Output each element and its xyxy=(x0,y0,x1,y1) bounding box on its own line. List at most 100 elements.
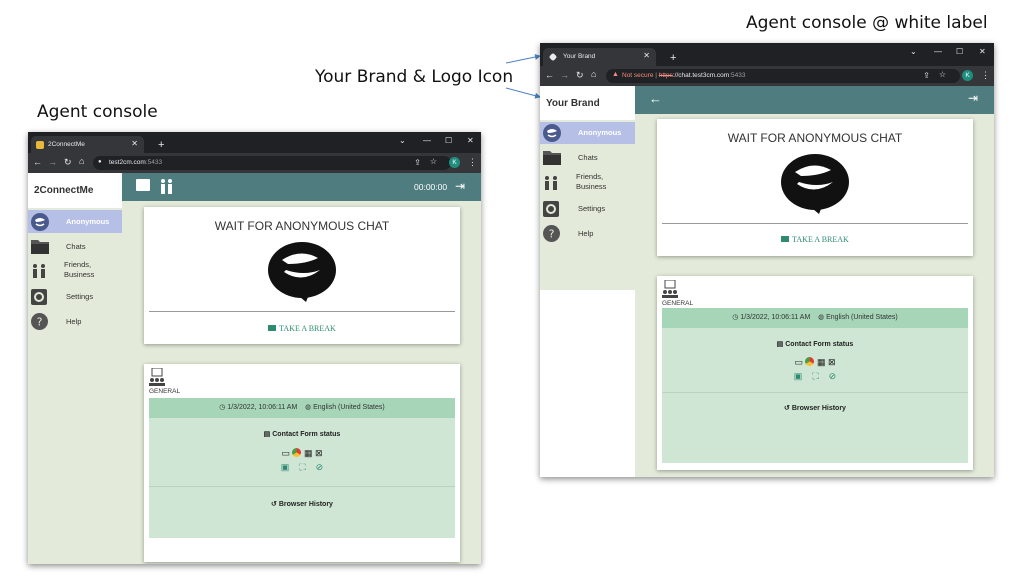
people-icon[interactable] xyxy=(160,179,173,194)
browser-toolbar: ← → ↻ ⌂ ▲ Not secure | https://chat.test… xyxy=(540,66,994,86)
video-off-icon[interactable]: ⊘ xyxy=(829,371,837,381)
anonymous-icon xyxy=(543,124,561,142)
address-bar[interactable]: ● test2cm.com:5433 ⇪ ☆ xyxy=(93,156,451,170)
browser-history[interactable]: ↺ Browser History xyxy=(662,404,968,412)
brand-logo-icon xyxy=(781,154,849,214)
general-label: GENERAL xyxy=(662,300,694,307)
sidebar-item-chats[interactable]: Chats xyxy=(28,235,122,257)
back-icon[interactable]: ← xyxy=(545,70,554,80)
reload-icon[interactable]: ↻ xyxy=(576,70,584,81)
forward-icon[interactable]: → xyxy=(560,70,569,80)
divider xyxy=(662,392,968,393)
browser-history[interactable]: ↺ Browser History xyxy=(149,500,455,508)
browser-tab[interactable]: 2ConnectMe ✕ xyxy=(31,136,144,153)
tab-strip: Your Brand ✕ + ⌄ — ☐ ✕ xyxy=(540,43,994,66)
wait-card: WAIT FOR ANONYMOUS CHAT TAKE A BREAK xyxy=(657,119,973,256)
warning-icon: ▲ xyxy=(612,71,619,78)
more-menu-icon[interactable]: ⋮ xyxy=(981,70,990,81)
sidebar-item-label: Friends, Business xyxy=(576,172,607,191)
desktop-icon: ▭ xyxy=(794,357,803,367)
video-off-icon[interactable]: ⊘ xyxy=(316,462,324,472)
app-top-bar: ← ⇥ xyxy=(635,86,994,114)
address-bar[interactable]: ▲ Not secure | https://chat.test3cm.com:… xyxy=(606,69,960,83)
general-icon xyxy=(662,280,678,298)
screen-size-icon: ⊠ xyxy=(315,448,323,458)
device-icons-row: ▭ ▦ ⊠ xyxy=(662,357,968,368)
new-tab-button[interactable]: + xyxy=(158,139,164,151)
history-icon: ↺ xyxy=(271,501,277,508)
share-icon[interactable]: ⇪ xyxy=(414,158,421,167)
right-browser-window: Your Brand ✕ + ⌄ — ☐ ✕ ← → ↻ ⌂ ▲ Not sec… xyxy=(540,43,994,477)
fullscreen-icon[interactable]: ⛶ xyxy=(812,371,818,381)
coffee-icon xyxy=(268,325,277,331)
sidebar-item-settings[interactable]: Settings xyxy=(28,286,122,310)
star-icon[interactable]: ☆ xyxy=(430,157,437,166)
keyboard-icon: ▦ xyxy=(303,448,313,458)
back-icon[interactable]: ← xyxy=(33,157,42,167)
keyboard-icon: ▦ xyxy=(816,357,826,367)
sidebar-item-label: Anonymous xyxy=(578,128,622,137)
message-icon[interactable]: ▣ xyxy=(794,371,803,381)
document-icon: ▤ xyxy=(776,341,784,348)
new-tab-button[interactable]: + xyxy=(670,52,676,64)
close-window-button[interactable]: ✕ xyxy=(979,47,986,56)
clock-icon: ◷ xyxy=(732,314,739,321)
home-icon[interactable]: ⌂ xyxy=(79,156,84,166)
sidebar-item-help[interactable]: ? Help xyxy=(28,310,122,334)
url-port: :5433 xyxy=(145,159,163,166)
visitor-info-card: GENERAL ◷ 1/3/2022, 10:06:11 AM ◍ Englis… xyxy=(144,364,460,562)
back-arrow-icon[interactable]: ← xyxy=(649,91,662,106)
take-break-button[interactable]: TAKE A BREAK xyxy=(657,235,973,244)
sidebar-item-help[interactable]: ? Help xyxy=(540,222,635,246)
logout-icon[interactable]: ⇥ xyxy=(455,179,465,193)
profile-avatar[interactable]: K xyxy=(962,70,973,81)
help-icon: ? xyxy=(31,313,48,330)
wait-title: WAIT FOR ANONYMOUS CHAT xyxy=(214,219,390,233)
home-icon[interactable]: ⌂ xyxy=(591,69,596,79)
logout-icon[interactable]: ⇥ xyxy=(968,91,978,105)
svg-text:?: ? xyxy=(549,228,555,241)
left-browser-window: 2ConnectMe ✕ + ⌄ — ☐ ✕ ← → ↻ ⌂ ● test2cm… xyxy=(28,132,481,564)
divider xyxy=(149,486,455,487)
message-icon[interactable]: ▣ xyxy=(281,462,290,472)
share-icon[interactable]: ⇪ xyxy=(923,71,930,80)
minimize-button[interactable]: — xyxy=(423,136,431,145)
forward-icon[interactable]: → xyxy=(48,157,57,167)
sidebar-item-label: Anonymous xyxy=(66,217,110,226)
tab-search-icon[interactable]: ⌄ xyxy=(399,136,406,145)
profile-avatar[interactable]: K xyxy=(449,157,460,168)
star-icon[interactable]: ☆ xyxy=(939,70,946,79)
more-menu-icon[interactable]: ⋮ xyxy=(468,157,477,168)
action-icons-row: ▣ ⛶ ⊘ xyxy=(662,371,968,382)
sidebar-item-settings[interactable]: Settings xyxy=(540,198,635,222)
sidebar-item-friends[interactable]: Friends, Business xyxy=(28,258,122,283)
maximize-button[interactable]: ☐ xyxy=(956,47,963,56)
fullscreen-icon[interactable]: ⛶ xyxy=(299,462,305,472)
chat-icon[interactable] xyxy=(136,179,150,191)
browser-tab[interactable]: Your Brand ✕ xyxy=(543,48,656,66)
sidebar-item-chats[interactable]: Chats xyxy=(540,146,635,168)
app-top-bar: 00:00:00 ⇥ xyxy=(122,173,481,201)
session-timer: 00:00:00 xyxy=(414,182,448,192)
close-tab-icon[interactable]: ✕ xyxy=(643,51,650,60)
sidebar-item-friends[interactable]: Friends, Business xyxy=(540,170,635,196)
close-window-button[interactable]: ✕ xyxy=(467,136,474,145)
url-scheme: https xyxy=(658,72,673,79)
sidebar: Your Brand Anonymous Chats Friends, Busi… xyxy=(540,86,635,477)
sidebar-item-anonymous[interactable]: Anonymous xyxy=(540,122,635,144)
lock-icon: ● xyxy=(98,159,102,165)
minimize-button[interactable]: — xyxy=(934,47,942,56)
tab-search-icon[interactable]: ⌄ xyxy=(910,47,917,56)
url-port: :5433 xyxy=(729,72,746,79)
sidebar-item-anonymous[interactable]: Anonymous xyxy=(28,210,122,233)
close-tab-icon[interactable]: ✕ xyxy=(131,139,138,148)
url-host: ://chat.test3cm.com xyxy=(672,72,730,79)
maximize-button[interactable]: ☐ xyxy=(445,136,452,145)
take-break-button[interactable]: TAKE A BREAK xyxy=(144,324,460,333)
tag-icon xyxy=(548,52,558,62)
people-icon xyxy=(545,176,557,190)
reload-icon[interactable]: ↻ xyxy=(64,157,72,168)
details-panel: ▤ Contact Form status ▭ ▦ ⊠ ▣ ⛶ ⊘ ↺ Brow… xyxy=(662,328,968,463)
tab-favicon-icon xyxy=(36,141,44,149)
browser-history-label: Browser History xyxy=(791,405,846,412)
